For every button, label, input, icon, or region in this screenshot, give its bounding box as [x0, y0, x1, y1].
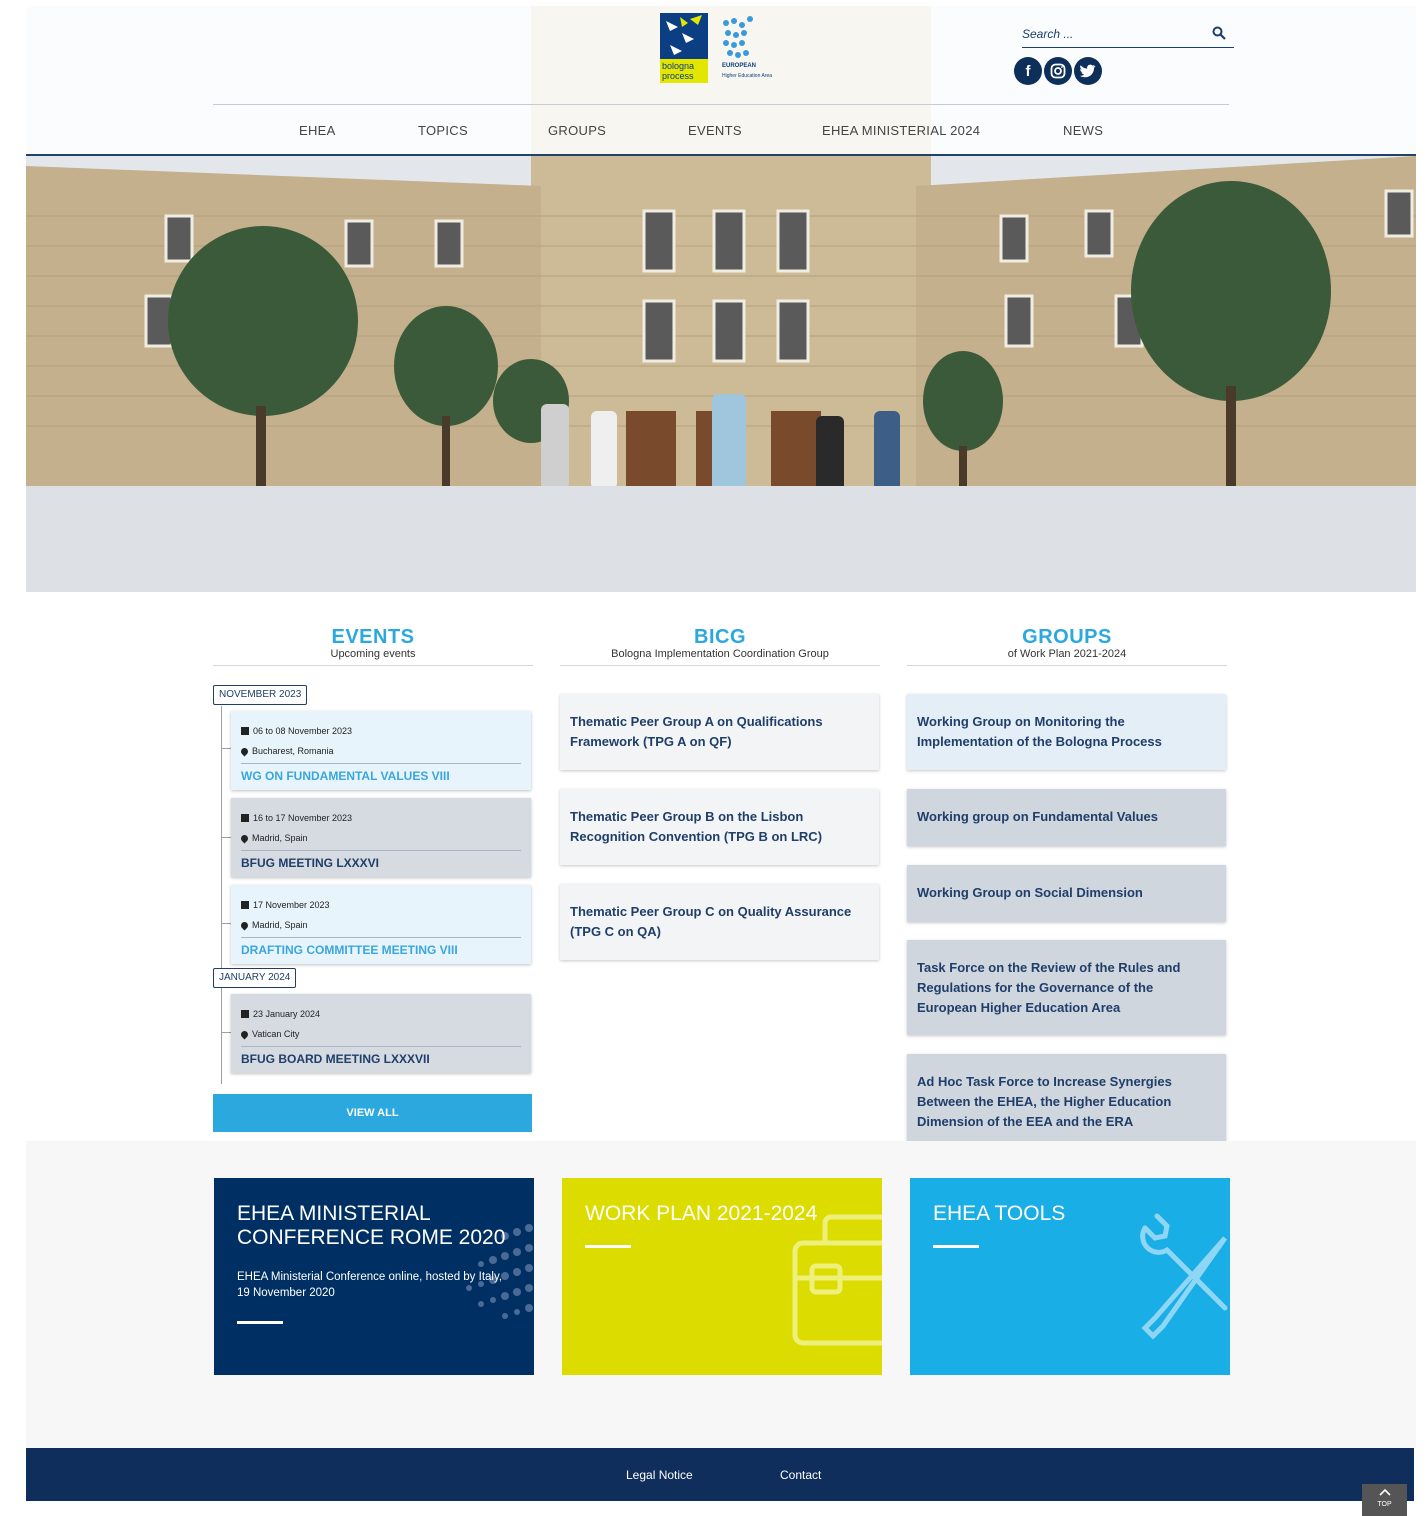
- event-date: 23 January 2024: [253, 1009, 321, 1019]
- timeline-tick: [221, 748, 231, 749]
- month-label-jan-2024: JANUARY 2024: [213, 968, 297, 988]
- bologna-arrows-icon: [666, 15, 702, 55]
- tile-title: EHEA TOOLS: [933, 1202, 1066, 1225]
- groups-divider: [907, 665, 1227, 666]
- tile-work-plan[interactable]: WORK PLAN 2021-2024: [562, 1178, 882, 1375]
- bicg-heading: BICG Bologna Implementation Coordination…: [560, 627, 880, 661]
- tile-underline: [237, 1321, 283, 1324]
- footer-legal-notice-link[interactable]: Legal Notice: [626, 1468, 693, 1482]
- groups-subtitle: of Work Plan 2021-2024: [1007, 648, 1127, 660]
- site-footer: Legal Notice Contact: [26, 1448, 1414, 1501]
- group-card-social-dimension[interactable]: Working Group on Social Dimension: [907, 865, 1226, 922]
- timeline-tick: [221, 923, 231, 924]
- bicg-card-tpg-b[interactable]: Thematic Peer Group B on the Lisbon Reco…: [560, 789, 879, 865]
- event-card[interactable]: 23 January 2024 Vatican City BFUG BOARD …: [231, 994, 531, 1073]
- nav-events[interactable]: EVENTS: [688, 123, 742, 138]
- instagram-icon[interactable]: [1044, 57, 1072, 85]
- events-divider: [213, 665, 533, 666]
- event-date: 06 to 08 November 2023: [253, 726, 353, 736]
- tile-description: EHEA Ministerial Conference online, host…: [237, 1271, 503, 1299]
- event-name[interactable]: BFUG BOARD MEETING LXXXVII: [241, 1046, 521, 1068]
- group-card-rules-review[interactable]: Task Force on the Review of the Rules an…: [907, 940, 1226, 1035]
- footer-contact-link[interactable]: Contact: [780, 1468, 821, 1482]
- logo-text-process: process: [662, 71, 694, 81]
- group-card-monitoring[interactable]: Working Group on Monitoring the Implemen…: [907, 694, 1226, 770]
- map-pin-icon: [239, 833, 250, 843]
- map-pin-icon: [239, 1029, 250, 1039]
- event-name[interactable]: DRAFTING COMMITTEE MEETING VIII: [241, 937, 521, 959]
- event-name[interactable]: BFUG MEETING LXXXVI: [241, 850, 521, 872]
- bicg-title: BICG: [694, 626, 746, 648]
- events-heading: EVENTS Upcoming events: [213, 627, 533, 661]
- tile-underline: [933, 1245, 979, 1248]
- group-card-synergies[interactable]: Ad Hoc Task Force to Increase Synergies …: [907, 1054, 1226, 1142]
- ehea-stars-icon: [723, 16, 753, 58]
- event-card[interactable]: 17 November 2023 Madrid, Spain DRAFTING …: [231, 885, 531, 964]
- timeline-line: [221, 706, 222, 1084]
- timeline-tick: [221, 1032, 231, 1033]
- timeline-tick: [221, 837, 231, 838]
- tile-ehea-tools[interactable]: EHEA TOOLS: [910, 1178, 1230, 1375]
- search-icon[interactable]: [1212, 26, 1226, 40]
- event-place: Madrid, Spain: [252, 920, 308, 930]
- calendar-icon: [241, 814, 249, 822]
- tile-ministerial-rome-2020[interactable]: EHEA MINISTERIAL CONFERENCE ROME 2020 EH…: [214, 1178, 534, 1375]
- logo-text-european: EUROPEAN: [722, 63, 757, 69]
- search-input[interactable]: [1022, 22, 1202, 46]
- view-all-button[interactable]: VIEW ALL: [213, 1094, 532, 1132]
- events-subtitle: Upcoming events: [330, 648, 416, 660]
- event-place: Vatican City: [252, 1029, 300, 1039]
- ehea-logo: EUROPEAN Higher Education Area: [720, 13, 800, 85]
- tile-title: EHEA MINISTERIAL CONFERENCE ROME 2020: [237, 1202, 506, 1249]
- calendar-icon: [241, 727, 249, 735]
- nav-groups[interactable]: GROUPS: [548, 123, 606, 138]
- tile-title: WORK PLAN 2021-2024: [585, 1202, 818, 1225]
- event-card[interactable]: 06 to 08 November 2023 Bucharest, Romani…: [231, 711, 531, 790]
- event-date: 17 November 2023: [253, 900, 330, 910]
- groups-title: GROUPS: [1022, 626, 1112, 648]
- main-nav: EHEA TOPICS GROUPS EVENTS EHEA MINISTERI…: [213, 104, 1229, 154]
- facebook-icon[interactable]: f: [1014, 57, 1042, 85]
- event-card[interactable]: 16 to 17 November 2023 Madrid, Spain BFU…: [231, 798, 531, 877]
- logo-text-hea: Higher Education Area: [722, 73, 773, 79]
- event-place: Bucharest, Romania: [252, 746, 334, 756]
- event-place: Madrid, Spain: [252, 833, 308, 843]
- group-card-fundamental-values[interactable]: Working group on Fundamental Values: [907, 789, 1226, 846]
- map-pin-icon: [239, 746, 250, 756]
- bicg-divider: [560, 665, 880, 666]
- nav-ehea[interactable]: EHEA: [299, 123, 336, 138]
- nav-news[interactable]: NEWS: [1063, 123, 1103, 138]
- events-title: EVENTS: [331, 626, 415, 648]
- nav-ehea-ministerial-2024[interactable]: EHEA MINISTERIAL 2024: [822, 123, 980, 138]
- back-to-top-button[interactable]: TOP: [1362, 1484, 1407, 1516]
- bicg-card-tpg-a[interactable]: Thematic Peer Group A on Qualifications …: [560, 694, 879, 770]
- calendar-icon: [241, 901, 249, 909]
- social-links: f: [1014, 57, 1102, 87]
- groups-heading: GROUPS of Work Plan 2021-2024: [907, 627, 1227, 661]
- map-pin-icon: [239, 920, 250, 930]
- calendar-icon: [241, 1010, 249, 1018]
- twitter-icon[interactable]: [1074, 57, 1102, 85]
- back-to-top-label: TOP: [1377, 1501, 1392, 1508]
- bicg-card-tpg-c[interactable]: Thematic Peer Group C on Quality Assuran…: [560, 884, 879, 960]
- bicg-subtitle: Bologna Implementation Coordination Grou…: [611, 648, 829, 660]
- tile-underline: [585, 1245, 631, 1248]
- bologna-process-logo: bologna process: [660, 13, 708, 83]
- event-name[interactable]: WG ON FUNDAMENTAL VALUES VIII: [241, 763, 521, 785]
- event-date: 16 to 17 November 2023: [253, 813, 353, 823]
- chevron-up-icon: [1378, 1488, 1391, 1496]
- briefcase-icon: [792, 1214, 882, 1346]
- tools-icon: [1140, 1213, 1228, 1340]
- search-box: [1022, 22, 1234, 48]
- month-label-nov-2023: NOVEMBER 2023: [213, 685, 308, 705]
- site-logo[interactable]: bologna process EUROPEAN Higher Education…: [660, 13, 800, 85]
- nav-topics[interactable]: TOPICS: [418, 123, 468, 138]
- logo-text-bologna: bologna: [662, 61, 695, 71]
